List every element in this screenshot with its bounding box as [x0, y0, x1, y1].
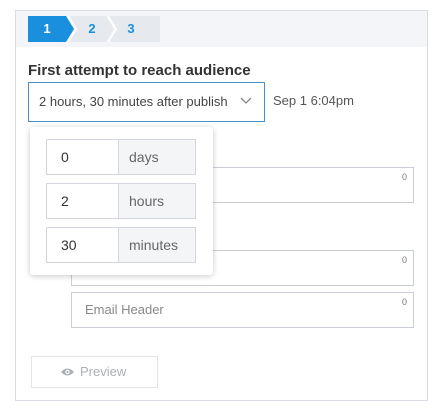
email-header-placeholder: Email Header: [85, 302, 164, 317]
character-counter: 0: [401, 255, 407, 265]
delay-select[interactable]: 2 hours, 30 minutes after publish: [28, 82, 265, 122]
delay-popover: 0 days 2 hours 30 minutes: [30, 127, 213, 275]
days-group: 0 days: [46, 139, 196, 175]
step-3-label: 3: [127, 21, 135, 36]
eye-icon: [61, 368, 74, 376]
step-bar: 1 2 3: [16, 11, 427, 47]
email-header-field[interactable]: Email Header 0: [71, 292, 414, 328]
character-counter: 0: [401, 172, 407, 182]
step-2-label: 2: [88, 21, 96, 36]
hours-group: 2 hours: [46, 183, 196, 219]
minutes-group: 30 minutes: [46, 227, 196, 263]
character-counter: 0: [401, 297, 407, 307]
section-heading: First attempt to reach audience: [28, 62, 251, 79]
minutes-input[interactable]: 30: [47, 228, 119, 262]
hours-unit-label: hours: [119, 184, 195, 218]
days-unit-label: days: [119, 140, 195, 174]
preview-button[interactable]: Preview: [31, 356, 158, 388]
step-1-label: 1: [43, 21, 51, 36]
hours-input[interactable]: 2: [47, 184, 119, 218]
preview-label: Preview: [80, 364, 127, 379]
days-input[interactable]: 0: [47, 140, 119, 174]
step-3[interactable]: 3: [108, 16, 160, 42]
chevron-down-icon: [240, 97, 252, 104]
minutes-unit-label: minutes: [119, 228, 195, 262]
send-time-label: Sep 1 6:04pm: [273, 93, 354, 108]
delay-select-value: 2 hours, 30 minutes after publish: [39, 94, 228, 109]
